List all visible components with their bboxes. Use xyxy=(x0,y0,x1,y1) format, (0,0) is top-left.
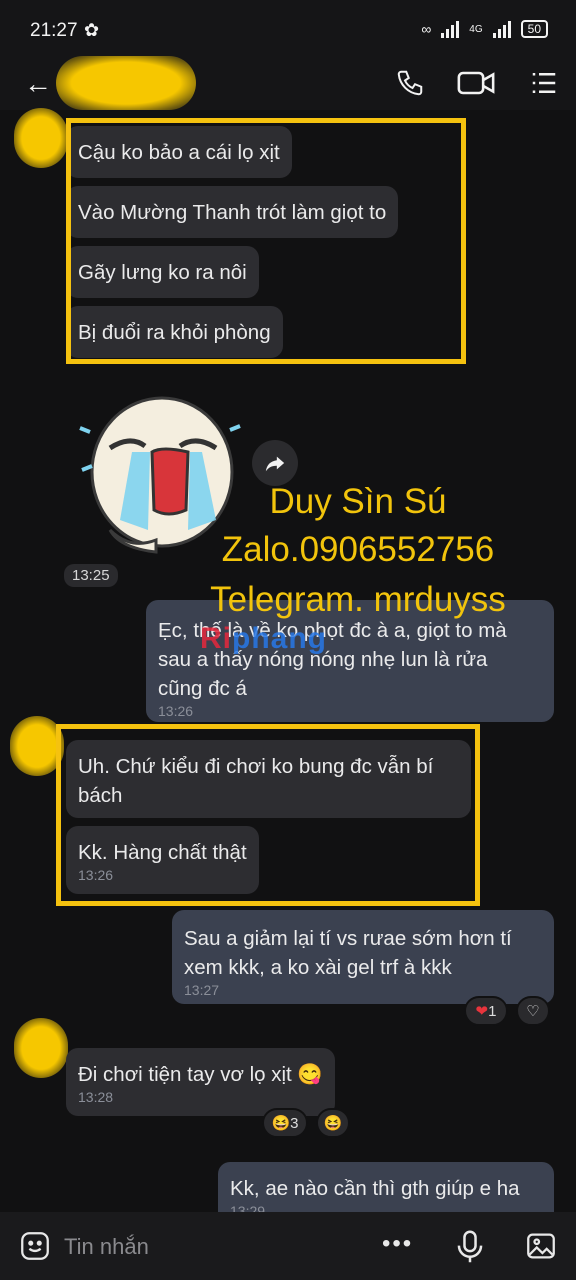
heart-reaction[interactable]: ❤ 1 xyxy=(464,996,508,1026)
avatar[interactable] xyxy=(14,108,68,168)
status-icons: ∞ 4G 50 xyxy=(421,20,548,38)
image-gallery-icon[interactable] xyxy=(524,1229,558,1263)
gear-icon: ✿ xyxy=(84,20,100,40)
reaction-count: 1 xyxy=(488,1002,497,1020)
contact-name-redacted[interactable] xyxy=(56,56,196,110)
link-icon: ∞ xyxy=(421,21,432,37)
reaction-count: 3 xyxy=(290,1114,299,1132)
menu-list-icon[interactable] xyxy=(526,68,562,98)
battery-icon: 50 xyxy=(520,20,548,38)
overlay-text-name: Duy Sìn Sú xyxy=(269,482,447,521)
laugh-emoji-icon: 😆 xyxy=(323,1115,343,1132)
add-laugh-reaction-button[interactable]: 😆 xyxy=(316,1108,350,1138)
signal-icon xyxy=(441,20,460,38)
message-text: Kk, ae nào cần thì gth giúp e ha xyxy=(230,1177,520,1200)
microphone-icon[interactable] xyxy=(456,1229,484,1265)
message-text: Đi chơi tiện tay vơ lọ xịt 😋 xyxy=(78,1063,323,1086)
heart-icon: ❤ xyxy=(475,1003,489,1020)
watermark-logo: Riphang xyxy=(200,622,327,655)
avatar[interactable] xyxy=(14,1018,68,1078)
add-reaction-button[interactable]: ♡ xyxy=(516,996,550,1026)
message-time: 13:28 xyxy=(78,1089,114,1105)
message-time: 13:26 xyxy=(158,703,194,719)
message-text: cũng đc á xyxy=(158,677,247,700)
status-bar: 21:27 ✿ ∞ 4G 50 xyxy=(0,0,576,60)
chat-header: ← xyxy=(0,56,576,110)
message-bubble-sent[interactable]: Sau a giảm lại tí vs rưae sớm hơn tí xem… xyxy=(172,910,554,1004)
laugh-emoji-icon: 😆 xyxy=(271,1115,291,1132)
message-text: Sau a giảm lại tí vs rưae sớm hơn tí xyxy=(184,927,512,950)
status-time: 21:27 xyxy=(30,20,78,41)
network-type: 4G xyxy=(469,23,483,35)
sticker-emoji-icon[interactable] xyxy=(18,1229,52,1263)
highlight-box xyxy=(66,118,466,364)
message-input[interactable]: Tin nhắn xyxy=(64,1234,149,1260)
overlay-text-telegram: Telegram. mrduyss xyxy=(210,580,506,619)
signal-icon-2 xyxy=(492,20,511,38)
laugh-reaction[interactable]: 😆 3 xyxy=(262,1108,308,1138)
heart-outline-icon: ♡ xyxy=(526,1003,540,1020)
phone-icon[interactable] xyxy=(392,68,428,98)
back-arrow-icon[interactable]: ← xyxy=(24,68,52,100)
overlay-text-zalo: Zalo.0906552756 xyxy=(221,530,495,569)
message-composer: Tin nhắn ••• xyxy=(0,1212,576,1280)
message-text: xem kkk, a ko xài gel trf à kkk xyxy=(184,956,452,979)
more-options-icon[interactable]: ••• xyxy=(382,1230,413,1258)
highlight-box xyxy=(56,724,480,906)
video-call-icon[interactable] xyxy=(456,68,496,98)
message-bubble[interactable]: Đi chơi tiện tay vơ lọ xịt 😋 13:28 xyxy=(66,1048,335,1116)
